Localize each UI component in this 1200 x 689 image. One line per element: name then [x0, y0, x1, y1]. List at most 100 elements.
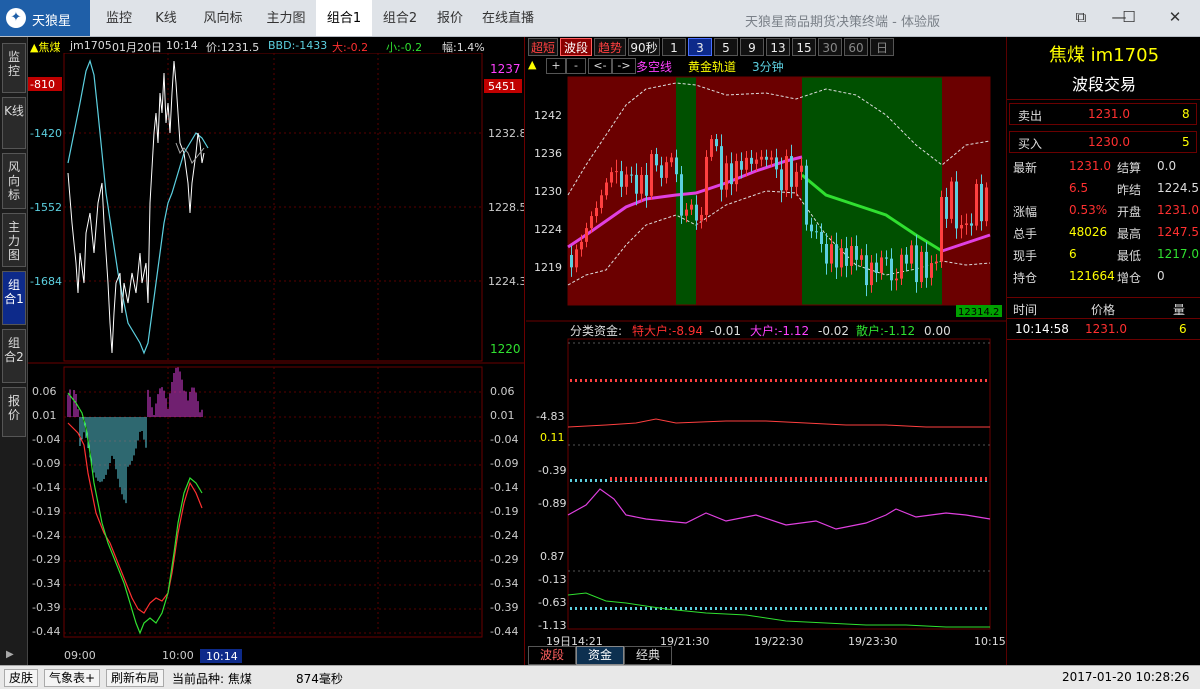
kline-y-label: 1224 — [534, 223, 562, 236]
buy-row[interactable]: 买入 1230.0 5 — [1009, 131, 1197, 153]
vtab-quote[interactable]: 报价 — [2, 387, 26, 437]
fund-marker — [800, 477, 802, 481]
tab-classic[interactable]: 经典 — [624, 646, 672, 665]
period-label: 3分钟 — [752, 60, 784, 74]
maximize-icon[interactable]: ☐ — [1116, 6, 1142, 28]
candle-body — [985, 187, 988, 222]
candle-body — [670, 157, 673, 163]
vtab-combo-1[interactable]: 组合1 — [2, 271, 26, 325]
candle-body — [945, 196, 948, 219]
zoom-in-button[interactable]: + — [546, 58, 566, 74]
lower-axis-label: -0.44 — [32, 625, 60, 638]
candle-body — [850, 245, 853, 266]
period-button[interactable]: 60 — [844, 38, 868, 56]
sell-row[interactable]: 卖出 1231.0 8 — [1009, 103, 1197, 125]
app-logo[interactable]: ✦ 天狼星 — [0, 0, 90, 36]
vtab-combo-2[interactable]: 组合2 — [2, 329, 26, 383]
fund-marker — [830, 607, 832, 610]
candle-body — [935, 261, 938, 264]
fund-marker — [865, 607, 867, 610]
fund-marker — [815, 607, 817, 610]
period-button[interactable]: 3 — [688, 38, 712, 56]
latency: 874毫秒 — [296, 672, 343, 686]
fund-marker — [785, 607, 787, 610]
candle-body — [710, 139, 713, 157]
fund-marker — [605, 379, 607, 382]
period-button[interactable]: 13 — [766, 38, 790, 56]
period-button[interactable]: 30 — [818, 38, 842, 56]
fund-x-label: 10:15 — [974, 635, 1006, 648]
quote-label: 最新 — [1013, 161, 1038, 175]
fund-marker — [740, 477, 742, 481]
vtab-main-chart[interactable]: 主力图 — [2, 213, 26, 267]
tab-fund[interactable]: 资金 — [576, 646, 624, 665]
fund-marker — [970, 477, 972, 481]
candle-body — [625, 174, 628, 187]
fund-marker — [635, 607, 637, 610]
vtab-kline[interactable]: K线 — [2, 97, 26, 149]
weather-button[interactable]: 气象表+ — [44, 669, 101, 687]
refresh-layout-button[interactable]: 刷新布局 — [106, 669, 165, 687]
fund-marker — [705, 607, 707, 610]
period-button[interactable]: 波段 — [560, 38, 592, 56]
period-button[interactable]: 超短 — [528, 38, 558, 56]
fund-marker — [795, 477, 797, 481]
period-button[interactable]: 90秒 — [628, 38, 660, 56]
fund-marker — [950, 379, 952, 382]
tab-combo-2[interactable]: 组合2 — [374, 0, 426, 36]
period-button[interactable]: 9 — [740, 38, 764, 56]
period-button[interactable]: 5 — [714, 38, 738, 56]
tab-band[interactable]: 波段 — [528, 646, 576, 665]
close-button[interactable]: ✕ — [1162, 6, 1188, 28]
quote-value: 0 — [1157, 269, 1165, 283]
period-button[interactable]: 趋势 — [594, 38, 626, 56]
fund-marker — [980, 607, 982, 610]
candle-body — [755, 159, 758, 164]
fund-marker — [900, 477, 902, 481]
tab-quote[interactable]: 报价 — [430, 0, 470, 36]
period-button[interactable]: 1 — [662, 38, 686, 56]
upper-left-label: -1420 — [30, 127, 62, 140]
fund-marker — [695, 477, 697, 481]
vtab-wind-vane[interactable]: 风向标 — [2, 153, 26, 209]
zoom-out-button[interactable]: - — [566, 58, 586, 74]
expand-arrow-icon[interactable]: ▶ — [6, 649, 20, 663]
tab-combo-1[interactable]: 组合1 — [316, 0, 372, 36]
fund-marker — [605, 607, 607, 610]
period-button[interactable]: 日 — [870, 38, 894, 56]
fund-marker — [865, 477, 867, 481]
tab-wind-vane[interactable]: 风向标 — [192, 0, 254, 36]
cursor-time: 10:14 — [206, 650, 238, 663]
lower-axis-label: -0.39 — [32, 601, 60, 614]
fund-marker — [630, 477, 632, 481]
trade-header: 时间 价格 量 — [1007, 297, 1200, 319]
fund-te2: -0.01 — [710, 324, 741, 338]
tab-main-chart[interactable]: 主力图 — [256, 0, 316, 36]
candle-body — [875, 262, 878, 273]
fund-marker — [625, 379, 627, 382]
skin-button[interactable]: 皮肤 — [4, 669, 39, 687]
fund-marker — [795, 379, 797, 382]
fund-marker — [610, 379, 612, 382]
fund-marker — [570, 379, 572, 382]
fund-marker — [870, 607, 872, 610]
fund-marker — [675, 379, 677, 382]
period-button[interactable]: 15 — [792, 38, 816, 56]
upper-left-label: -1684 — [30, 275, 62, 288]
candle-body — [845, 248, 848, 266]
tab-kline[interactable]: K线 — [144, 0, 188, 36]
tab-monitor[interactable]: 监控 — [96, 0, 142, 36]
vtab-monitor[interactable]: 监控 — [2, 43, 26, 93]
candle-body — [870, 262, 873, 286]
fund-marker — [840, 477, 842, 481]
fund-y-label: -0.63 — [538, 596, 566, 609]
fund-y-label: -0.39 — [538, 464, 566, 477]
restore-icon[interactable]: ⧉ — [1068, 6, 1094, 28]
kline-panel: 超短 波段 趋势 90秒 1 3 5 9 13 15 30 60 日 ▲ + - <- -> 多空线 黄… — [526, 37, 1006, 665]
fund-red-line — [567, 418, 990, 428]
tab-live[interactable]: 在线直播 — [476, 0, 540, 36]
scroll-right-button[interactable]: -> — [612, 58, 636, 74]
fund-marker — [910, 607, 912, 610]
scroll-left-button[interactable]: <- — [588, 58, 612, 74]
candle-body — [940, 196, 943, 262]
